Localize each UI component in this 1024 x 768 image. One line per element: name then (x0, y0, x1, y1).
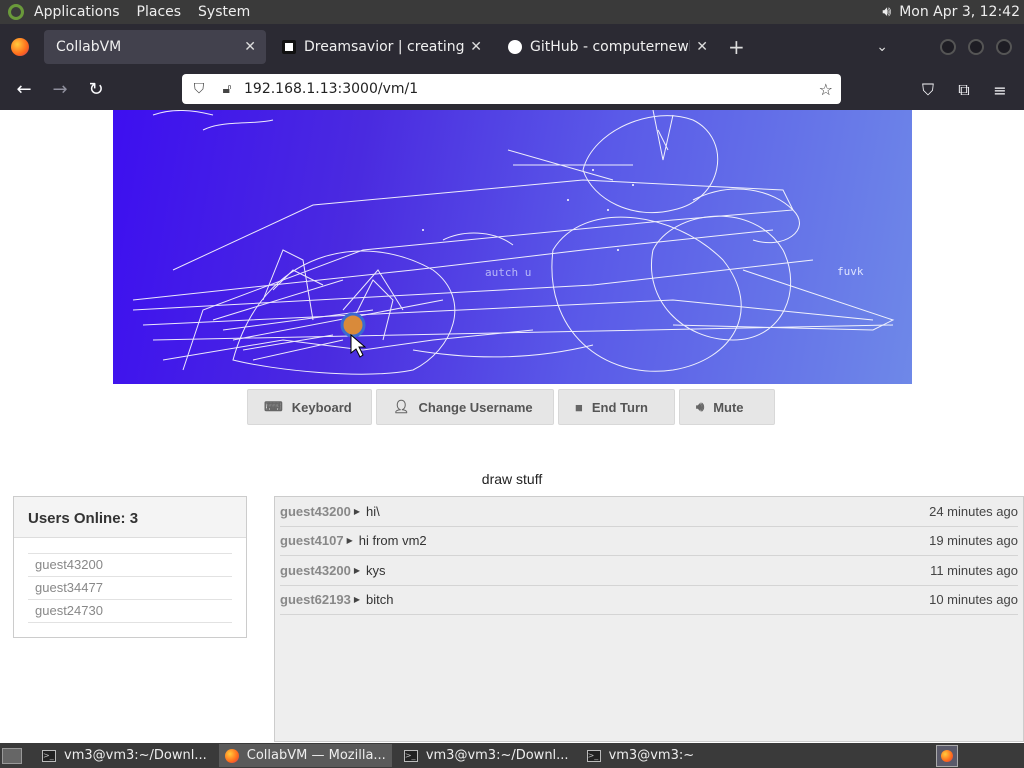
taskbar-item[interactable]: >_ vm3@vm3:~/Downl... (398, 744, 575, 767)
chat-panel[interactable]: guest43200 ▶ hi\ 24 minutes ago guest410… (274, 496, 1024, 742)
user-list-item[interactable]: guest34477 (28, 577, 232, 600)
chat-arrow-icon: ▶ (353, 595, 360, 605)
firefox-icon (11, 37, 29, 56)
taskbar-item[interactable]: >_ vm3@vm3:~/Downl... (36, 744, 213, 767)
end-turn-label: End Turn (591, 399, 648, 415)
users-online-panel: Users Online: 3 guest43200 guest34477 gu… (13, 496, 247, 638)
tab-dreamsavior[interactable]: Dreamsavior | creating Gam ✕ (270, 30, 492, 64)
tracking-protection-shield-icon[interactable]: ⛉ (188, 81, 210, 97)
change-username-label: Change Username (418, 399, 533, 415)
user-icon: 👤︎ (393, 399, 410, 414)
chat-timestamp: 10 minutes ago (929, 592, 1018, 608)
chat-username: guest43200 (280, 562, 351, 578)
taskbar-item-label: CollabVM — Mozilla... (246, 748, 386, 763)
chat-text: hi from vm2 (358, 533, 427, 549)
change-username-button[interactable]: 👤︎ Change Username (376, 389, 554, 425)
url-bar[interactable]: ⛉ 🔓︎ 192.168.1.13:3000/vm/1 ☆ (182, 74, 841, 104)
chat-username: guest43200 (280, 503, 351, 519)
vm-motd: draw stuff (481, 471, 543, 487)
close-tab-icon[interactable]: ✕ (244, 39, 256, 55)
chat-timestamp: 24 minutes ago (929, 503, 1018, 519)
taskbar-item[interactable]: >_ vm3@vm3:~ (581, 744, 701, 767)
keyboard-icon: ⌨ (264, 399, 283, 414)
chat-message: guest43200 ▶ kys 11 minutes ago (280, 556, 1018, 586)
maximize-window-button[interactable] (968, 38, 984, 55)
chat-text: kys (365, 562, 386, 578)
pocket-icon[interactable]: ⛉ (910, 75, 946, 105)
vm-display[interactable]: fuvk autch u (113, 110, 912, 384)
vm-controls: ⌨ Keyboard 👤︎ Change Username ■ End Turn… (247, 389, 775, 425)
hamburger-menu-icon[interactable]: ≡ (982, 75, 1018, 105)
chat-message: guest4107 ▶ hi from vm2 19 minutes ago (280, 527, 1018, 556)
list-tabs-chevron-icon[interactable]: ⌄ (876, 39, 888, 55)
tab-github[interactable]: GitHub - computernewb/coll ✕ (496, 30, 718, 64)
stop-icon: ■ (575, 399, 583, 415)
github-icon (508, 39, 522, 54)
chat-message: guest62193 ▶ bitch 10 minutes ago (280, 586, 1018, 615)
volume-icon[interactable]: 🔊︎ (882, 4, 891, 20)
tab-title: Dreamsavior | creating Gam (304, 38, 465, 55)
applications-menu[interactable]: Applications (34, 4, 120, 20)
chat-arrow-icon: ▶ (353, 565, 360, 575)
nav-toolbar: ← → ↻ ⛉ 🔓︎ 192.168.1.13:3000/vm/1 ☆ ⛉ ⧉ … (0, 69, 1024, 110)
reload-button[interactable]: ↻ (78, 75, 114, 105)
terminal-icon: >_ (42, 749, 56, 762)
firefox-view-button[interactable] (0, 37, 40, 56)
bottom-taskbar: >_ vm3@vm3:~/Downl... CollabVM — Mozilla… (0, 743, 1024, 768)
extensions-icon[interactable]: ⧉ (946, 75, 982, 105)
chat-text: hi\ (365, 503, 380, 519)
tab-title: CollabVM (56, 38, 122, 55)
vm-drawing (132, 110, 895, 375)
chat-timestamp: 11 minutes ago (930, 562, 1018, 578)
chat-timestamp: 19 minutes ago (929, 533, 1018, 549)
tab-collabvm[interactable]: CollabVM ✕ (44, 29, 266, 64)
show-desktop-button[interactable] (2, 747, 22, 764)
keyboard-label: Keyboard (291, 399, 352, 415)
firefox-icon (224, 748, 239, 763)
close-tab-icon[interactable]: ✕ (696, 39, 708, 55)
system-menu[interactable]: System (198, 4, 250, 20)
back-button[interactable]: ← (6, 75, 42, 105)
forward-button[interactable]: → (42, 75, 78, 105)
distro-logo-icon[interactable] (8, 4, 24, 20)
terminal-icon: >_ (586, 749, 601, 762)
taskbar-item-label: vm3@vm3:~ (608, 748, 695, 763)
places-menu[interactable]: Places (137, 4, 182, 20)
top-panel: Applications Places System 🔊︎ Mon Apr 3,… (0, 0, 1024, 24)
patreon-icon (282, 39, 296, 54)
firefox-icon (941, 749, 953, 762)
mute-label: Mute (713, 399, 744, 415)
workspace-switcher[interactable] (936, 744, 958, 767)
taskbar-item-label: vm3@vm3:~/Downl... (64, 748, 207, 763)
user-list: guest43200 guest34477 guest24730 (28, 553, 232, 623)
mute-button[interactable]: 🔊︎ Mute (679, 389, 775, 425)
taskbar-item-label: vm3@vm3:~/Downl... (425, 748, 569, 763)
vm-drawn-text: fuvk (837, 265, 864, 278)
keyboard-button[interactable]: ⌨ Keyboard (247, 389, 372, 425)
taskbar-item[interactable]: CollabVM — Mozilla... (218, 744, 392, 767)
user-list-item[interactable]: guest24730 (28, 600, 232, 623)
close-tab-icon[interactable]: ✕ (470, 39, 482, 55)
chat-arrow-icon: ▶ (353, 506, 360, 516)
tab-bar: CollabVM ✕ Dreamsavior | creating Gam ✕ … (0, 24, 1024, 69)
clock[interactable]: Mon Apr 3, 12:42 (899, 4, 1020, 20)
terminal-icon: >_ (403, 749, 418, 762)
volume-icon: 🔊︎ (696, 399, 705, 414)
insecure-lock-icon[interactable]: 🔓︎ (216, 81, 238, 97)
new-tab-button[interactable]: + (728, 35, 745, 59)
minimize-window-button[interactable] (940, 38, 956, 55)
chat-username: guest4107 (280, 533, 344, 549)
close-window-button[interactable] (996, 38, 1012, 55)
bookmark-star-icon[interactable]: ☆ (819, 80, 833, 99)
end-turn-button[interactable]: ■ End Turn (558, 389, 675, 425)
chat-message: guest43200 ▶ hi\ 24 minutes ago (280, 497, 1018, 527)
tab-title: GitHub - computernewb/coll (530, 38, 690, 55)
chat-text: bitch (365, 592, 394, 608)
vm-drawn-text: autch u (485, 266, 532, 279)
url-text[interactable]: 192.168.1.13:3000/vm/1 (244, 81, 819, 97)
user-list-item[interactable]: guest43200 (28, 554, 232, 577)
chat-username: guest62193 (280, 592, 351, 608)
users-online-heading: Users Online: 3 (14, 497, 246, 538)
chat-arrow-icon: ▶ (346, 536, 353, 546)
